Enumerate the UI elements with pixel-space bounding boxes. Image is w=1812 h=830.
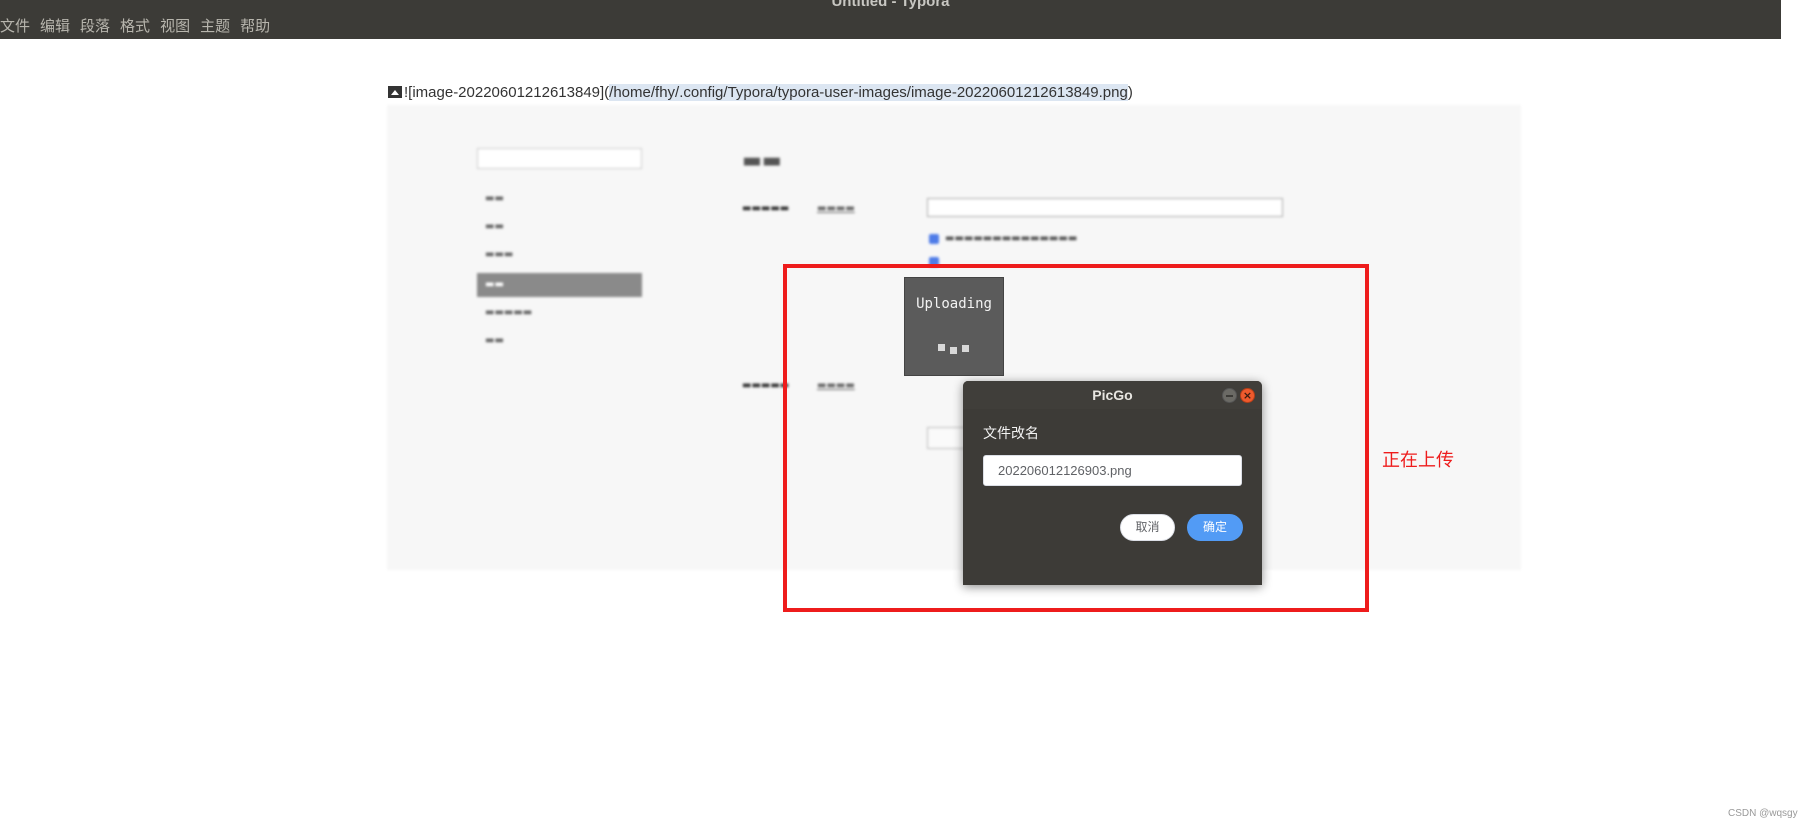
blurred-link: ▬▬▬▬ <box>817 203 855 214</box>
minimize-icon[interactable] <box>1222 388 1237 403</box>
blurred-nav-item: ▬▬ <box>485 193 504 204</box>
blurred-search-box <box>477 148 642 169</box>
blurred-heading: ▬▬ <box>742 148 782 172</box>
picgo-rename-dialog: PicGo × 文件改名 取消 确定 <box>963 381 1262 585</box>
menu-bar: 文件 编辑 段落 格式 视图 主题 帮助 <box>0 15 280 37</box>
md-image-prefix: ![image-20220601212613849]( <box>404 84 610 101</box>
dialog-title: PicGo <box>1092 387 1133 403</box>
menu-edit[interactable]: 编辑 <box>40 15 78 37</box>
blurred-nav-item: ▬▬ <box>485 221 504 232</box>
menu-help[interactable]: 帮助 <box>240 15 278 37</box>
uploading-overlay: Uploading <box>904 277 1004 376</box>
md-image-suffix: ) <box>1127 84 1133 101</box>
blurred-nav-item: ▬▬ <box>485 335 504 346</box>
uploading-annotation: 正在上传 <box>1382 450 1454 471</box>
cancel-button[interactable]: 取消 <box>1120 514 1175 541</box>
blurred-text: ▬▬▬▬▬▬▬▬▬▬▬▬▬▬ <box>945 233 1078 244</box>
filename-input[interactable] <box>983 455 1242 486</box>
loading-spinner-icon <box>938 344 978 356</box>
blurred-select <box>927 198 1283 217</box>
md-image-path: /home/fhy/.config/Typora/typora-user-ima… <box>609 84 1128 101</box>
title-bar: Untitled - Typora 文件 编辑 段落 格式 视图 主题 帮助 <box>0 0 1781 39</box>
dialog-title-bar[interactable]: PicGo × <box>963 381 1262 409</box>
blurred-nav-item-active: ▬▬ <box>477 273 642 297</box>
menu-file[interactable]: 文件 <box>0 15 38 37</box>
blurred-nav-item: ▬▬▬▬▬ <box>485 307 533 318</box>
window-title: Untitled - Typora <box>831 0 950 10</box>
menu-format[interactable]: 格式 <box>120 15 158 37</box>
markdown-image-line[interactable]: ![image-20220601212613849](/home/fhy/.co… <box>388 84 1133 101</box>
close-icon[interactable]: × <box>1240 388 1255 403</box>
menu-paragraph[interactable]: 段落 <box>80 15 118 37</box>
menu-view[interactable]: 视图 <box>160 15 198 37</box>
menu-theme[interactable]: 主题 <box>200 15 238 37</box>
blurred-nav-item: ▬▬▬ <box>485 249 514 260</box>
rename-label: 文件改名 <box>983 426 1039 442</box>
image-icon <box>388 86 402 98</box>
confirm-button[interactable]: 确定 <box>1187 514 1243 541</box>
blurred-label: ▬▬▬▬▬ <box>742 203 790 214</box>
uploading-label: Uploading <box>916 296 992 312</box>
watermark: CSDN @wqsgy <box>1728 808 1798 819</box>
blurred-checkbox <box>929 234 939 244</box>
